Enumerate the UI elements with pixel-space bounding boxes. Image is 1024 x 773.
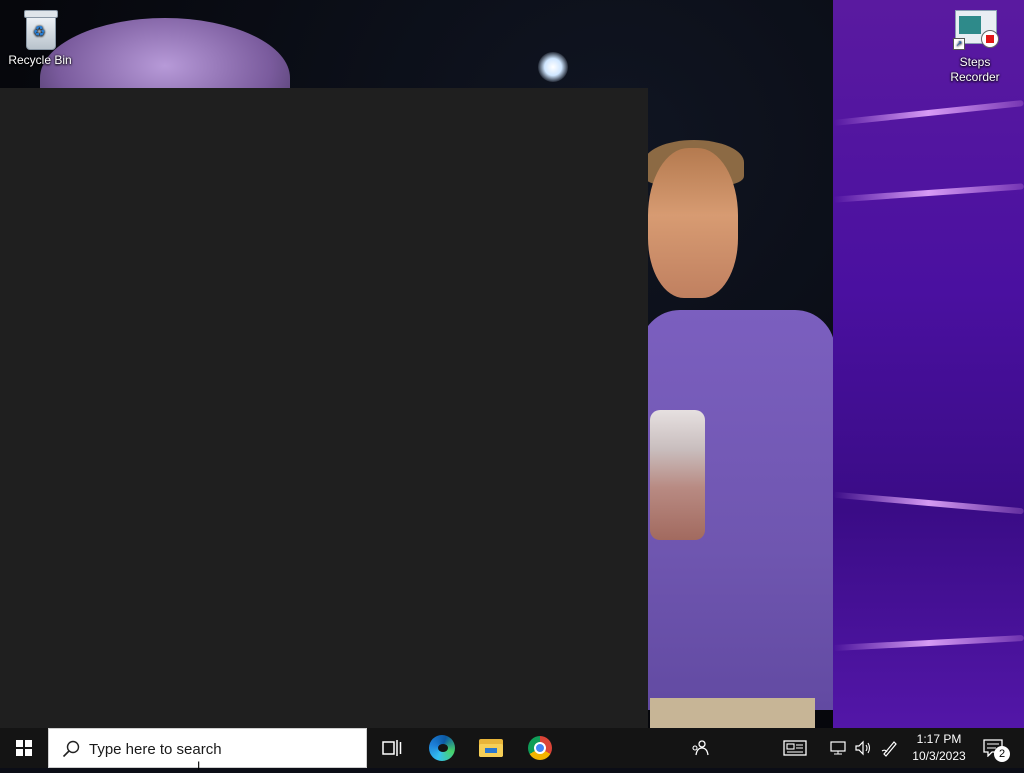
blank-dark-window[interactable]	[0, 88, 648, 728]
search-placeholder: Type here to search	[89, 741, 222, 758]
file-explorer-taskbar-button[interactable]	[467, 728, 515, 768]
edge-icon	[429, 735, 455, 761]
recycle-bin-icon: ♻	[22, 8, 58, 50]
network-icon	[830, 741, 846, 755]
file-explorer-icon	[479, 739, 503, 757]
task-view-button[interactable]	[368, 728, 416, 768]
edge-taskbar-button[interactable]	[418, 728, 466, 768]
steps-recorder-icon: ↗	[953, 10, 999, 52]
people-button[interactable]	[686, 728, 714, 768]
people-icon	[692, 740, 709, 756]
taskbar-clock[interactable]: 1:17 PM 10/3/2023	[906, 731, 972, 765]
wallpaper-person	[640, 140, 835, 728]
pen-icon	[881, 741, 897, 757]
desktop-icon-label: Recycle Bin	[8, 53, 72, 67]
news-widget-button[interactable]	[780, 728, 810, 768]
notification-count-badge: 2	[994, 746, 1010, 762]
text-cursor-icon: I	[197, 759, 201, 773]
desktop-icon-recycle-bin[interactable]: ♻ Recycle Bin	[0, 8, 80, 68]
taskbar: Type here to search I 1:17 PM 10/3/2023 …	[0, 728, 1024, 773]
wallpaper-moon	[538, 52, 568, 82]
search-icon	[62, 740, 80, 758]
volume-button[interactable]	[852, 728, 874, 768]
taskbar-search-box[interactable]: Type here to search I	[48, 728, 367, 773]
news-icon	[783, 740, 807, 756]
desktop-icon-steps-recorder[interactable]: ↗ Steps Recorder	[935, 10, 1015, 85]
windows-logo-icon	[16, 740, 32, 756]
chrome-taskbar-button[interactable]	[516, 728, 564, 768]
start-button[interactable]	[0, 728, 48, 768]
clock-time: 1:17 PM	[916, 732, 962, 746]
desktop-icon-label: Steps Recorder	[950, 55, 1000, 84]
chrome-icon	[528, 736, 552, 760]
volume-icon	[855, 740, 871, 756]
pen-workspace-button[interactable]	[878, 728, 902, 768]
task-view-icon	[382, 740, 402, 756]
action-center-button[interactable]: 2	[978, 728, 1018, 768]
clock-date: 10/3/2023	[912, 749, 966, 763]
network-button[interactable]	[828, 728, 850, 768]
